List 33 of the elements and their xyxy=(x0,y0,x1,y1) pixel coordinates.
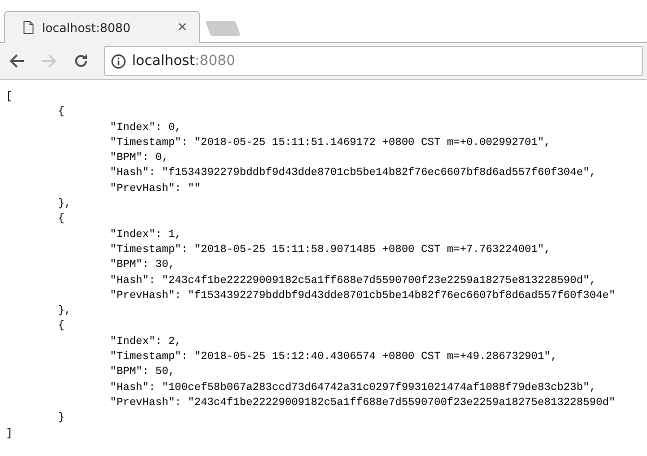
json-field: "Index": 2, xyxy=(110,336,182,348)
json-brace: } xyxy=(58,412,64,424)
tab-title: localhost:8080 xyxy=(42,20,132,34)
json-bracket: ] xyxy=(6,428,12,440)
url-text: localhost:8080 xyxy=(132,53,236,69)
json-field: "BPM": 30, xyxy=(110,259,175,272)
json-brace: { xyxy=(58,320,64,332)
json-brace: { xyxy=(58,106,64,118)
close-button[interactable]: × xyxy=(178,18,187,36)
back-arrow-icon xyxy=(9,53,25,69)
json-field: "Timestamp": "2018-05-25 15:11:58.9071485 +0800 CST m=+7.763224001", xyxy=(110,244,551,256)
json-field: "Index": 1, xyxy=(110,228,182,241)
json-field: "PrevHash": "" xyxy=(110,182,201,195)
json-bracket: [ xyxy=(6,91,12,103)
json-field: "Hash": "f1534392279bddbf9d43dde8701cb5be14b82f76ec6607bf8d6ad557f60f304e", xyxy=(110,167,596,180)
json-field: "BPM": 50, xyxy=(110,366,175,378)
json-field: "Index": 0, xyxy=(110,122,182,134)
json-brace: { xyxy=(58,213,64,226)
json-field: "PrevHash": "243c4f1be22229009182c5a1ff688e7d5590700f23e2259a18275e813228590d" xyxy=(110,396,616,409)
json-field: "Timestamp": "2018-05-25 15:12:40.4306574 +0800 CST m=+49.286732901", xyxy=(110,351,558,364)
browser-tab[interactable]: localhost:8080 × xyxy=(4,11,200,43)
page-icon xyxy=(23,21,34,34)
json-field: "PrevHash": "f1534392279bddbf9d43dde8701cb5be14b82f76ec6607bf8d6ad557f60f304e" xyxy=(110,290,616,302)
json-field: "Hash": "100cef58b067a283ccd73d64742a31c0297f9931021474af1088f79de83cb23b", xyxy=(110,382,596,394)
info-icon xyxy=(111,54,126,68)
json-brace: }, xyxy=(58,198,71,210)
address-bar[interactable]: localhost:8080 xyxy=(104,46,643,76)
reload-icon xyxy=(73,53,89,69)
json-field: "BPM": 0, xyxy=(110,152,168,164)
forward-arrow-icon xyxy=(41,53,57,69)
json-field: "Hash": "243c4f1be22229009182c5a1ff688e7d5590700f23e2259a18275e813228590d", xyxy=(110,274,596,287)
json-field: "Timestamp": "2018-05-25 15:11:51.1469172 +0800 CST m=+0.002992701", xyxy=(110,136,551,149)
json-brace: }, xyxy=(58,305,71,318)
